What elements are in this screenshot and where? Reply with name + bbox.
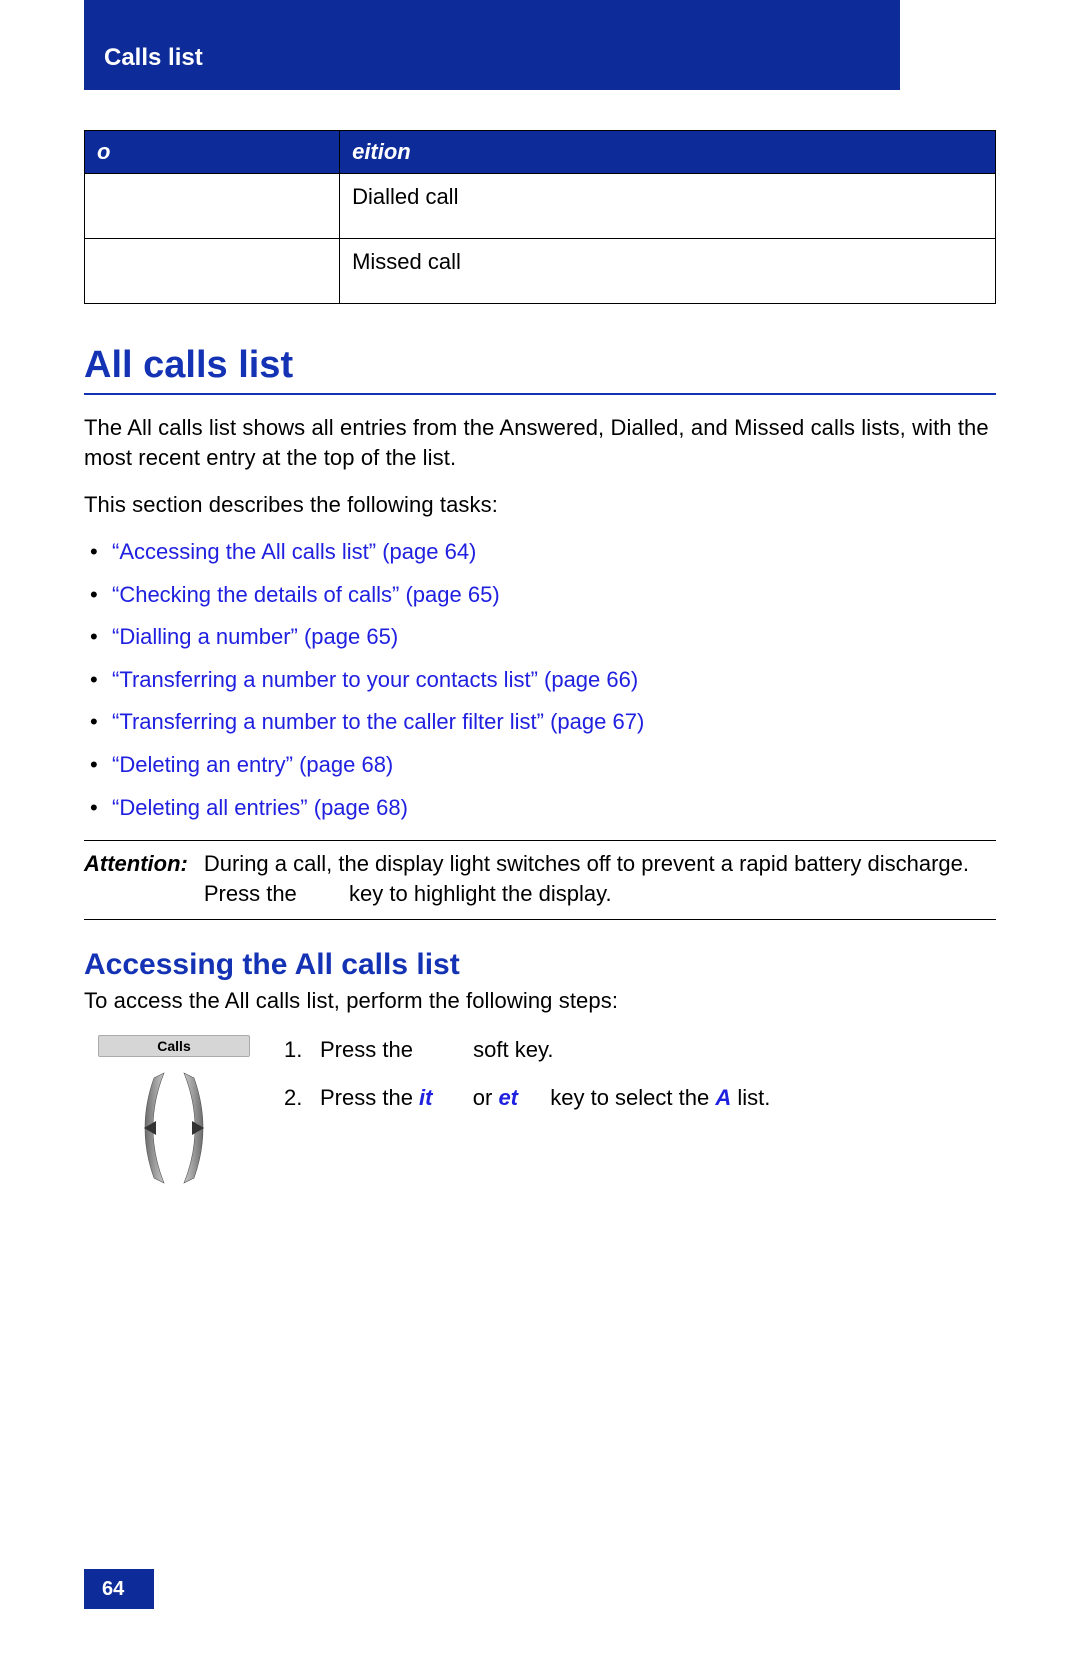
left-key-label: et <box>498 1085 518 1110</box>
task-link[interactable]: “Deleting all entries” (page 68) <box>112 794 996 823</box>
table-row: Missed call <box>85 239 996 304</box>
all-list-label: A <box>715 1085 731 1110</box>
table-header-definition: eition <box>340 131 996 174</box>
subsection-intro: To access the All calls list, perform th… <box>84 986 996 1016</box>
task-link[interactable]: “Checking the details of calls” (page 65… <box>112 581 996 610</box>
page: Calls list o eition Dialled call Missed … <box>0 0 1080 1669</box>
cell-icon <box>85 174 340 239</box>
task-link-list: “Accessing the All calls list” (page 64)… <box>84 538 996 822</box>
attention-note: Attention: During a call, the display li… <box>84 840 996 919</box>
step-number: 1. <box>284 1035 320 1065</box>
step-text: Press the soft key. <box>320 1035 553 1065</box>
cell-definition: Missed call <box>340 239 996 304</box>
page-number: 64 <box>84 1569 154 1609</box>
step-text: Press the it or et key to select the A l… <box>320 1083 770 1113</box>
table-header-icon: o <box>85 131 340 174</box>
task-link[interactable]: “Transferring a number to your contacts … <box>112 666 996 695</box>
step-item: 2. Press the it or et key to select the … <box>284 1083 996 1113</box>
attention-text: During a call, the display light switche… <box>204 849 996 908</box>
content: o eition Dialled call Missed call All ca… <box>84 0 996 1193</box>
key-illustration: Calls <box>84 1035 264 1193</box>
right-key-label: it <box>419 1085 432 1110</box>
subsection-heading: Accessing the All calls list <box>84 948 996 982</box>
task-link[interactable]: “Dialling a number” (page 65) <box>112 623 996 652</box>
softkey-label: Calls <box>98 1035 250 1057</box>
step-item: 1. Press the soft key. <box>284 1035 996 1065</box>
task-link[interactable]: “Transferring a number to the caller fil… <box>112 708 996 737</box>
chapter-header: Calls list <box>84 0 900 90</box>
table-row: Dialled call <box>85 174 996 239</box>
cell-icon <box>85 239 340 304</box>
task-link[interactable]: “Deleting an entry” (page 68) <box>112 751 996 780</box>
section-heading: All calls list <box>84 344 996 395</box>
icon-definition-table: o eition Dialled call Missed call <box>84 130 996 304</box>
steps-row: Calls <box>84 1035 996 1193</box>
chapter-title: Calls list <box>104 44 203 72</box>
step-number: 2. <box>284 1083 320 1113</box>
attention-label: Attention: <box>84 849 188 908</box>
cell-definition: Dialled call <box>340 174 996 239</box>
paragraph-intro-1: The All calls list shows all entries fro… <box>84 413 996 472</box>
paragraph-intro-2: This section describes the following tas… <box>84 490 996 520</box>
task-link[interactable]: “Accessing the All calls list” (page 64) <box>112 538 996 567</box>
steps-list: 1. Press the soft key. 2. Press the it o… <box>274 1035 996 1193</box>
brackets-arrows-icon <box>114 1063 234 1193</box>
